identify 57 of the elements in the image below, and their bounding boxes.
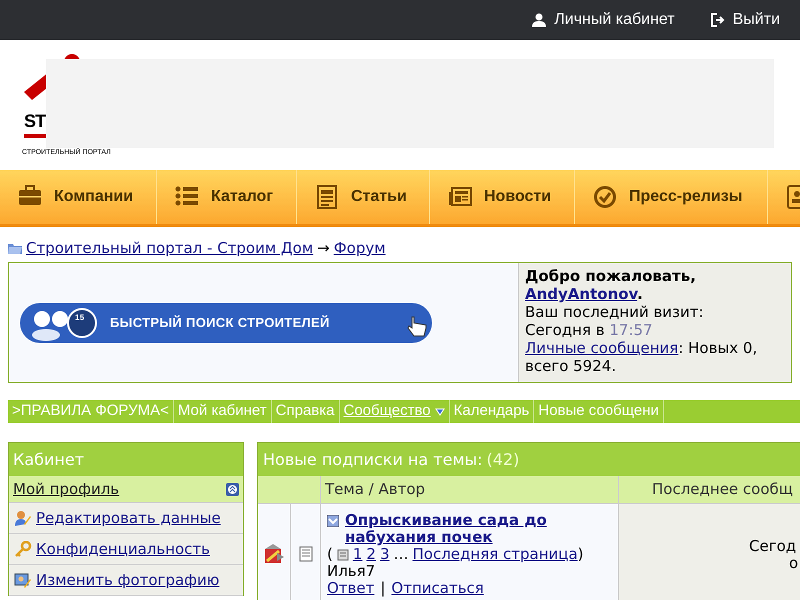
messages-summary: Личные сообщения: Новых 0, всего 5924. — [525, 339, 758, 375]
breadcrumb-separator: → — [317, 238, 330, 259]
topic-count: (42) — [486, 448, 520, 470]
photo-pencil-icon — [14, 572, 32, 588]
panel-title: Новые подписки на темы: — [263, 448, 483, 470]
user-icon — [532, 13, 546, 27]
last-visit-time: 17:57 — [609, 321, 653, 339]
nav-item[interactable]: Компании — [0, 170, 157, 224]
logout-icon — [710, 13, 725, 27]
collapse-icon — [226, 482, 239, 496]
hand-cursor-icon — [406, 314, 428, 336]
pages-icon — [336, 548, 349, 560]
last-visit-day: Сегодня в — [525, 321, 605, 339]
column-header: Тема / Автор — [321, 476, 619, 503]
document-icon — [315, 185, 339, 209]
messages-link[interactable]: Личные сообщения — [525, 339, 678, 357]
logo-text: ST — [24, 112, 46, 130]
nav-item[interactable]: Каталог — [157, 170, 297, 224]
punctuation: ( — [327, 546, 333, 563]
punctuation: ) — [578, 546, 584, 563]
check-circle-icon — [593, 185, 617, 209]
page-link[interactable]: 2 — [366, 546, 376, 563]
page-link[interactable]: 3 — [380, 546, 390, 563]
newspaper-icon — [448, 185, 472, 209]
topic-action-link[interactable]: Отписаться — [391, 580, 484, 597]
topic-status-icon — [263, 543, 285, 565]
top-bar-link[interactable]: Личный кабинет — [532, 8, 675, 32]
breadcrumb-link[interactable]: Строительный портал - Строим Дом — [26, 236, 314, 260]
logo-underline-icon — [24, 134, 48, 138]
column-header: Последнее сообщ — [651, 479, 794, 500]
page-link[interactable]: 1 — [352, 546, 362, 563]
topic-action-link[interactable]: Ответ — [327, 580, 374, 597]
username-link[interactable]: AndyAntonov — [525, 285, 638, 303]
punctuation: . — [637, 285, 643, 303]
clock-number: 15 — [75, 312, 85, 324]
breadcrumb-link[interactable]: Форум — [334, 236, 386, 260]
action-separator: | — [380, 580, 386, 597]
last-post-text: Сегод — [749, 538, 796, 555]
nav-item[interactable]: Статьи — [297, 170, 430, 224]
folder-icon — [8, 242, 22, 254]
last-page-link[interactable]: Последняя страница — [412, 546, 578, 563]
checkbox-icon — [327, 515, 339, 527]
welcome-greeting: Добро пожаловать, — [525, 267, 697, 285]
panel-title: Кабинет — [9, 443, 243, 476]
dropdown-caret-icon — [434, 408, 445, 416]
nav-item[interactable]: Новости — [430, 170, 575, 224]
last-visit-label: Ваш последний визит: — [525, 303, 705, 321]
nav-item[interactable]: Пресс-релизы — [575, 170, 768, 224]
ellipsis: … — [394, 546, 408, 563]
key-icon — [14, 540, 32, 558]
topic-title-link[interactable]: Опрыскивание сада до набухания почек — [345, 512, 612, 546]
user-pencil-icon — [14, 510, 32, 526]
top-bar-link[interactable]: Выйти — [710, 8, 780, 32]
last-post-text: о — [789, 555, 798, 572]
topic-author: Илья7 — [327, 563, 376, 580]
quick-search-banner[interactable]: 15 БЫСТРЫЙ ПОИСК СТРОИТЕЛЕЙ — [20, 302, 432, 342]
document-icon — [298, 546, 312, 562]
